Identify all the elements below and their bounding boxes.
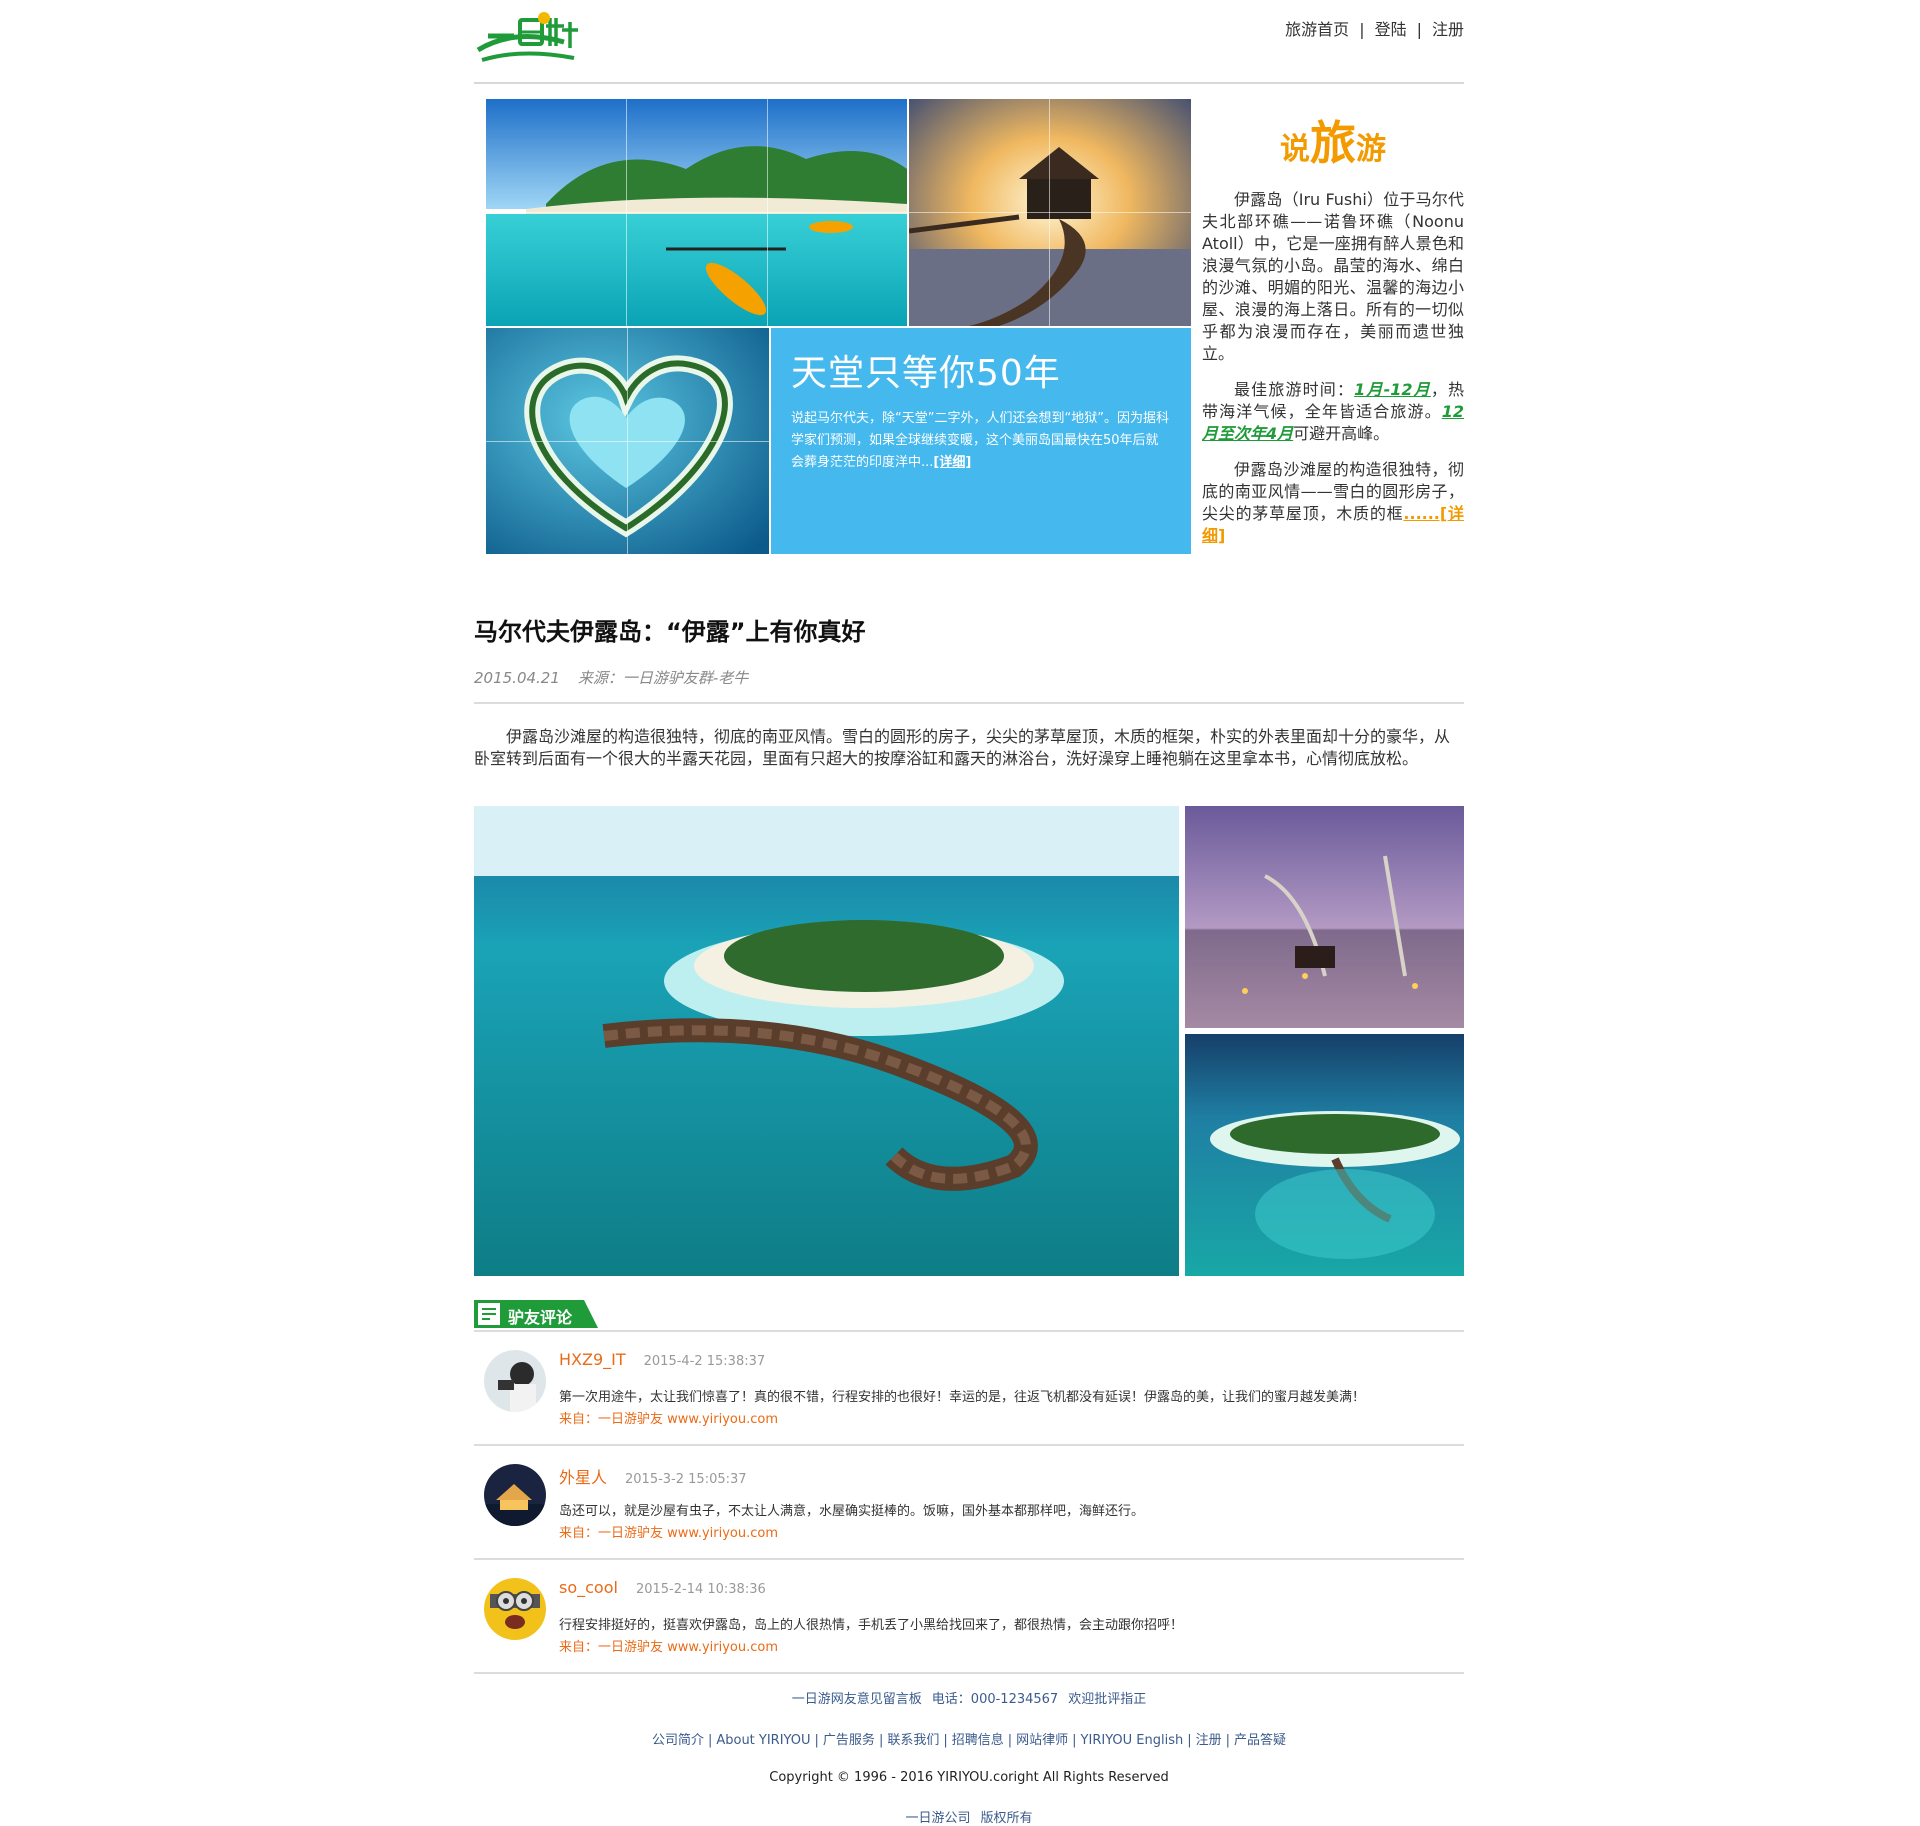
footer-link-about-cn[interactable]: 公司简介 <box>652 1733 704 1748</box>
logo-icon <box>476 12 578 62</box>
footer-link-contact[interactable]: 联系我们 <box>887 1733 939 1748</box>
article-meta: 2015.04.21 来源：一日游驴友群-老牛 <box>474 667 1464 688</box>
footer-contact: 一日游网友意见留言板 电话：000-1234567 欢迎批评指正 <box>474 1688 1464 1707</box>
article-title: 马尔代夫伊露岛：“伊露”上有你真好 <box>474 618 866 646</box>
avatar[interactable] <box>484 1350 546 1412</box>
phone-text: 电话：000-1234567 <box>931 1692 1059 1707</box>
comment-author[interactable]: 外星人 2015-3-2 15:05:37 <box>559 1464 747 1488</box>
say-paragraph-3: 伊露岛沙滩屋的构造很独特，彻底的南亚风情——雪白的圆形房子，尖尖的茅草屋顶，木质… <box>1202 460 1464 545</box>
comment-source: 来自：一日游驴友 www.yiriyou.com <box>559 1640 779 1655</box>
comments-tab[interactable]: 驴友评论 <box>474 1300 598 1328</box>
copyright: Copyright © 1996 - 2016 YIRIYOU.coright … <box>769 1770 1169 1785</box>
welcome-text: 欢迎批评指正 <box>1068 1692 1147 1707</box>
page: 旅游首页 | 登陆 | 注册 天堂只等你50年 说起马尔代夫，除“天堂”二字外，… <box>474 0 1464 1826</box>
article-body: 伊露岛沙滩屋的构造很独特，彻底的南亚风情。雪白的圆形的房子，尖尖的茅草屋顶，木质… <box>474 727 1451 768</box>
beach-dinner-photo[interactable] <box>1185 806 1464 1028</box>
nav-home-link[interactable]: 旅游首页 <box>1285 20 1349 39</box>
comment-item: HXZ9_IT 2015-4-2 15:38:37 第一次用途牛，太让我们惊喜了！… <box>474 1332 1464 1446</box>
site-logo[interactable] <box>474 8 584 72</box>
comment-item: 外星人 2015-3-2 15:05:37 岛还可以，就是沙屋有虫子，不太让人满意… <box>474 1446 1464 1560</box>
say-travel-title: 说旅游 <box>1202 107 1464 173</box>
article-source: 来源：一日游驴友群-老牛 <box>577 669 749 687</box>
info-more-link[interactable]: [详细] <box>933 455 971 470</box>
comment-text: 第一次用途牛，太让我们惊喜了！真的很不错，行程安排的也很好！幸运的是，往返飞机都… <box>559 1390 1366 1405</box>
island-aerial-photo[interactable] <box>1185 1034 1464 1276</box>
footer-link-lawyer[interactable]: 网站律师 <box>1016 1733 1068 1748</box>
divider <box>474 702 1464 704</box>
footer: 一日游网友意见留言板 电话：000-1234567 欢迎批评指正 公司简介 | Abou… <box>474 1688 1464 1826</box>
say-paragraph-1: 伊露岛（Iru Fushi）位于马尔代夫北部环礁——诺鲁环礁（Noonu Ato… <box>1202 190 1464 363</box>
footer-link-faq[interactable]: 产品答疑 <box>1234 1733 1286 1748</box>
comment-author[interactable]: so_cool 2015-2-14 10:38:36 <box>559 1578 766 1597</box>
footer-links: 公司简介 | About YIRIYOU | 广告服务 | 联系我们 | 招聘信息 | 网站律师 | Y… <box>651 1733 1287 1748</box>
say-title-post: 游 <box>1356 132 1386 167</box>
top-nav: 旅游首页 | 登陆 | 注册 <box>1285 16 1464 40</box>
comment-item: so_cool 2015-2-14 10:38:36 行程安排挺好的，挺喜欢伊露岛… <box>474 1560 1464 1674</box>
nav-login-link[interactable]: 登陆 <box>1375 20 1407 39</box>
comment-time: 2015-2-14 10:38:36 <box>635 1582 766 1597</box>
say-travel-panel: 说旅游 伊露岛（Iru Fushi）位于马尔代夫北部环礁——诺鲁环礁（Noonu… <box>1202 99 1464 561</box>
footer-company: 一日游公司 版权所有 <box>905 1811 1033 1826</box>
say-title-pre: 说 <box>1280 132 1310 167</box>
nav-separator: | <box>1359 20 1365 39</box>
overwater-villas-photo[interactable] <box>474 806 1179 1276</box>
footer-link-register[interactable]: 注册 <box>1196 1733 1222 1748</box>
comment-source: 来自：一日游驴友 www.yiriyou.com <box>559 1526 779 1541</box>
comment-source: 来自：一日游驴友 www.yiriyou.com <box>559 1412 779 1427</box>
comments-header: 驴友评论 <box>474 1300 1464 1332</box>
comment-author[interactable]: HXZ9_IT 2015-4-2 15:38:37 <box>559 1350 765 1369</box>
avatar[interactable] <box>484 1578 546 1640</box>
footer-link-ads[interactable]: 广告服务 <box>823 1733 875 1748</box>
hero-section: 天堂只等你50年 说起马尔代夫，除“天堂”二字外，人们还会想到“地狱”。因为据科… <box>474 84 1464 564</box>
comment-text: 行程安排挺好的，挺喜欢伊露岛，岛上的人很热情，手机丢了小黑给找回来了，都很热情，… <box>559 1618 1184 1633</box>
article-date: 2015.04.21 <box>474 669 560 687</box>
info-panel: 天堂只等你50年 说起马尔代夫，除“天堂”二字外，人们还会想到“地狱”。因为据科… <box>771 328 1191 554</box>
comment-time: 2015-4-2 15:38:37 <box>643 1354 766 1369</box>
comments-tab-label: 驴友评论 <box>508 1308 573 1327</box>
feedback-board-link[interactable]: 一日游网友意见留言板 <box>792 1692 922 1707</box>
comment-text: 岛还可以，就是沙屋有虫子，不太让人满意，水屋确实挺棒的。饭嘛，国外基本都那样吧，… <box>559 1504 1145 1519</box>
kayak-photo[interactable] <box>486 99 907 326</box>
season-highlight: 1月-12月 <box>1354 380 1431 399</box>
say-title-big: 旅 <box>1310 116 1356 170</box>
avatar[interactable] <box>484 1464 546 1526</box>
footer-link-about-en[interactable]: About YIRIYOU <box>716 1733 810 1748</box>
nav-register-link[interactable]: 注册 <box>1432 20 1464 39</box>
say-paragraph-2: 最佳旅游时间：1月-12月，热带海洋气候，全年皆适合旅游。12月至次年4月可避开… <box>1202 380 1464 443</box>
header: 旅游首页 | 登陆 | 注册 <box>474 0 1464 84</box>
footer-link-english[interactable]: YIRIYOU English <box>1081 1733 1184 1748</box>
nav-separator: | <box>1416 20 1422 39</box>
info-text: 说起马尔代夫，除“天堂”二字外，人们还会想到“地狱”。因为据科学家们预测，如果全… <box>791 411 1169 470</box>
footer-link-jobs[interactable]: 招聘信息 <box>952 1733 1004 1748</box>
info-title: 天堂只等你50年 <box>791 353 1061 394</box>
photo-gallery <box>474 806 1464 1276</box>
heart-island-photo[interactable] <box>486 328 769 554</box>
comment-time: 2015-3-2 15:05:37 <box>625 1472 747 1487</box>
sunset-pier-photo[interactable] <box>909 99 1191 326</box>
